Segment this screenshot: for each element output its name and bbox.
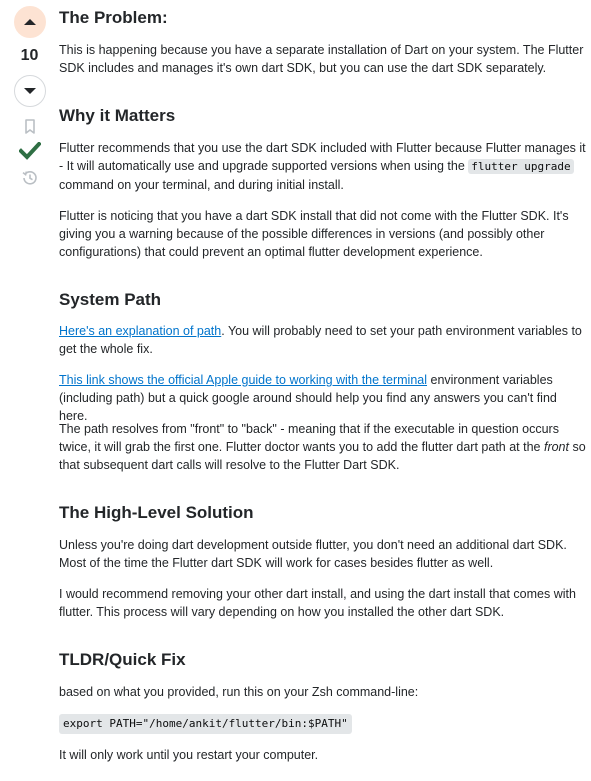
path-text-3a: The path resolves from "front" to "back"… — [59, 422, 559, 454]
accepted-answer-indicator — [18, 142, 41, 160]
accepted-check-icon — [18, 142, 41, 160]
why-text-2: command on your terminal, and during ini… — [59, 178, 344, 192]
tldr-code-block: export PATH="/home/ankit/flutter/bin:$PA… — [59, 714, 587, 734]
history-button[interactable] — [21, 169, 39, 187]
solution-paragraph-2: I would recommend removing your other da… — [59, 587, 576, 619]
bookmark-icon — [24, 119, 35, 134]
flutter-upgrade-code: flutter upgrade — [468, 159, 574, 174]
upvote-button[interactable] — [13, 6, 46, 38]
bookmark-button[interactable] — [24, 119, 36, 135]
downvote-button[interactable] — [13, 75, 46, 107]
path-paragraph-1: Here's an explanation of path. You will … — [59, 322, 587, 358]
tldr-paragraph-1: based on what you provided, run this on … — [59, 685, 419, 699]
downvote-arrow-icon — [23, 88, 36, 94]
solution-paragraph-1: Unless you're doing dart development out… — [59, 538, 567, 570]
tldr-paragraph-2: It will only work until you restart your… — [59, 748, 319, 762]
path-paragraph-2: This link shows the official Apple guide… — [59, 371, 587, 425]
heading-system-path: System Path — [59, 290, 162, 309]
why-paragraph-2: Flutter is noticing that you have a dart… — [59, 209, 569, 259]
vote-count: 10 — [20, 47, 39, 64]
vote-column: 10 — [0, 0, 59, 187]
heading-why: Why it Matters — [59, 106, 176, 125]
export-path-code: export PATH="/home/ankit/flutter/bin:$PA… — [59, 714, 352, 734]
upvote-arrow-icon — [23, 19, 36, 25]
apple-terminal-guide-link[interactable]: This link shows the official Apple guide… — [59, 373, 427, 387]
heading-tldr: TLDR/Quick Fix — [59, 650, 186, 669]
path-paragraph-3: The path resolves from "front" to "back"… — [59, 420, 587, 474]
why-paragraph-1: Flutter recommends that you use the dart… — [59, 139, 587, 194]
problem-paragraph: This is happening because you have a sep… — [59, 43, 584, 75]
history-icon — [22, 171, 37, 185]
heading-solution: The High-Level Solution — [59, 503, 254, 522]
path-text-front: front — [543, 440, 569, 454]
heading-problem: The Problem: — [59, 8, 168, 27]
path-explanation-link[interactable]: Here's an explanation of path — [59, 324, 221, 338]
